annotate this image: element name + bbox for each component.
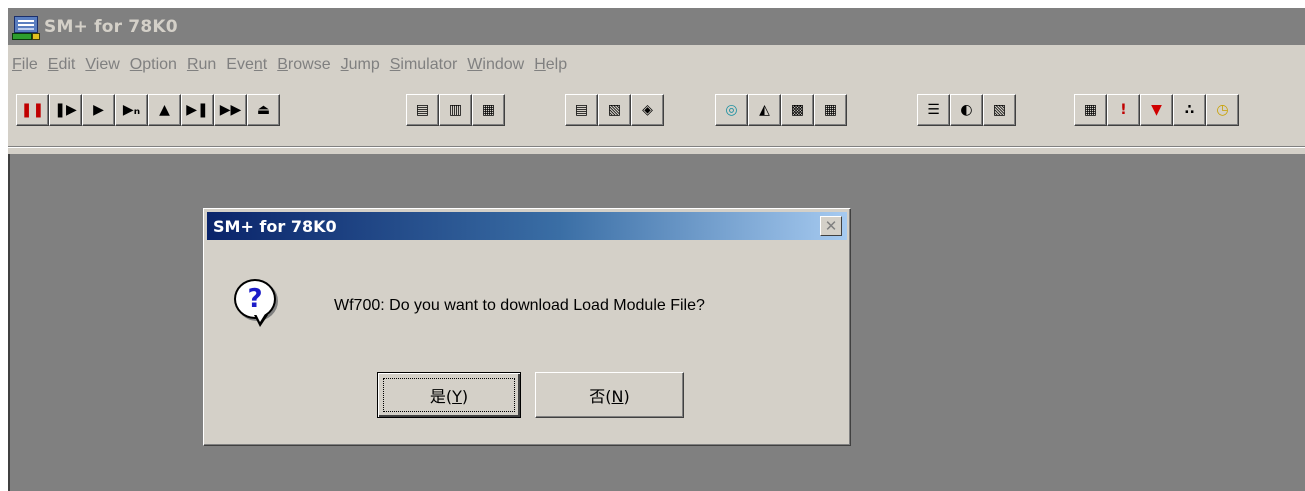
- toolbar-group: ▦! ▼ ∴ ◷: [1074, 94, 1239, 126]
- dialog-titlebar[interactable]: SM+ for 78K0 ✕: [207, 212, 847, 240]
- step-execute-icon: ❚▶: [54, 102, 77, 118]
- timer-button[interactable]: ◷: [1206, 94, 1239, 126]
- confirm-dialog: SM+ for 78K0 ✕ ? Wf700: Do you want to d…: [203, 208, 851, 446]
- menu-edit[interactable]: Edit: [38, 56, 76, 74]
- go-icon: ▶▶: [219, 102, 242, 118]
- step-in-button[interactable]: ▶❚: [181, 94, 214, 126]
- coverage-icon: ▩: [790, 102, 805, 118]
- next-over-icon: ▶ₙ: [122, 102, 141, 118]
- return-icon: ▲: [159, 102, 170, 118]
- console-icon: ▦: [1083, 102, 1098, 118]
- menu-bar: File Edit View Option Run Event Browse Jump Simu…: [8, 52, 567, 78]
- app-icon[interactable]: [12, 13, 40, 41]
- timer-icon: ◷: [1216, 102, 1229, 118]
- break-icon: !: [1120, 102, 1127, 118]
- menu-jump[interactable]: Jump: [331, 56, 380, 74]
- timing-icon: ◐: [960, 102, 973, 118]
- menu-window[interactable]: Window: [457, 56, 524, 74]
- toolbar-group: ◎ ◭ ▩ ▦: [715, 94, 847, 126]
- question-icon: ?: [232, 277, 282, 329]
- next-over-button[interactable]: ▶ₙ: [115, 94, 148, 126]
- timing-button[interactable]: ◐: [950, 94, 983, 126]
- source-text-button[interactable]: ▤: [406, 94, 439, 126]
- watch-icon: ◎: [725, 102, 738, 118]
- menu-run[interactable]: Run: [177, 56, 216, 74]
- app-title: SM+ for 78K0: [44, 16, 178, 37]
- menu-help[interactable]: Help: [524, 56, 567, 74]
- sfr-icon: ▧: [607, 102, 622, 118]
- assemble-button[interactable]: ▥: [439, 94, 472, 126]
- coverage-button[interactable]: ▩: [781, 94, 814, 126]
- dialog-message: Wf700: Do you want to download Load Modu…: [334, 297, 705, 314]
- toolbar-group: ▤ ▧ ◈: [565, 94, 664, 126]
- assemble-icon: ▥: [448, 102, 463, 118]
- menu-event[interactable]: Event: [216, 56, 267, 74]
- stack-trace-icon: ☰: [927, 102, 940, 118]
- pause-button[interactable]: ❚❚: [16, 94, 49, 126]
- local-variable-button[interactable]: ◈: [631, 94, 664, 126]
- toolbar-group: ▤ ▥ ▦: [406, 94, 505, 126]
- footprint-button[interactable]: ∴: [1173, 94, 1206, 126]
- event-button[interactable]: ▦: [814, 94, 847, 126]
- stack-trace-button[interactable]: ☰: [917, 94, 950, 126]
- step-execute-button[interactable]: ❚▶: [49, 94, 82, 126]
- source-text-icon: ▤: [415, 102, 430, 118]
- dialog-title: SM+ for 78K0: [213, 216, 337, 236]
- stop-icon: ▼: [1151, 102, 1162, 118]
- event-icon: ▦: [823, 102, 838, 118]
- pause-icon: ❚❚: [20, 102, 45, 118]
- trace-icon: ◭: [759, 102, 770, 118]
- run-icon: ▶: [93, 102, 104, 118]
- toolbar-group: ❚❚ ❚▶ ▶ ▶ₙ ▲ ▶❚ ▶▶ ⏏: [16, 94, 280, 126]
- go-button[interactable]: ▶▶: [214, 94, 247, 126]
- watch-button[interactable]: ◎: [715, 94, 748, 126]
- toolbar-separator: [8, 146, 1305, 148]
- trace-button[interactable]: ◭: [748, 94, 781, 126]
- run-button[interactable]: ▶: [82, 94, 115, 126]
- break-button[interactable]: !: [1107, 94, 1140, 126]
- menu-simulator[interactable]: Simulator: [380, 56, 458, 74]
- close-button[interactable]: ✕: [820, 216, 842, 236]
- register-button[interactable]: ▤: [565, 94, 598, 126]
- yes-button[interactable]: 是(Y): [377, 372, 521, 418]
- app-titlebar[interactable]: SM+ for 78K0: [8, 8, 1305, 45]
- step-in-icon: ▶❚: [186, 102, 209, 118]
- menu-view[interactable]: View: [75, 56, 119, 74]
- return-button[interactable]: ▲: [148, 94, 181, 126]
- no-button[interactable]: 否(N): [535, 372, 684, 418]
- console-button[interactable]: ▦: [1074, 94, 1107, 126]
- io-panel-icon: ▧: [992, 102, 1007, 118]
- menu-file[interactable]: File: [8, 56, 38, 74]
- stop-button[interactable]: ▼: [1140, 94, 1173, 126]
- register-icon: ▤: [574, 102, 589, 118]
- eject-button[interactable]: ⏏: [247, 94, 280, 126]
- toolbar: ❚❚ ❚▶ ▶ ▶ₙ ▲ ▶❚ ▶▶ ⏏ ▤ ▥ ▦ ▤ ▧ ◈ ◎ ◭ ▩ ▦ ☰ ◐ ▧ ▦! ▼ ∴ ◷: [8, 84, 1305, 152]
- close-icon: ✕: [824, 216, 838, 235]
- sfr-button[interactable]: ▧: [598, 94, 631, 126]
- memory-icon: ▦: [481, 102, 496, 118]
- io-panel-button[interactable]: ▧: [983, 94, 1016, 126]
- footprint-icon: ∴: [1184, 102, 1195, 118]
- memory-button[interactable]: ▦: [472, 94, 505, 126]
- menu-option[interactable]: Option: [120, 56, 177, 74]
- toolbar-group: ☰ ◐ ▧: [917, 94, 1016, 126]
- menu-browse[interactable]: Browse: [267, 56, 330, 74]
- eject-icon: ⏏: [256, 102, 271, 118]
- local-variable-icon: ◈: [642, 102, 653, 118]
